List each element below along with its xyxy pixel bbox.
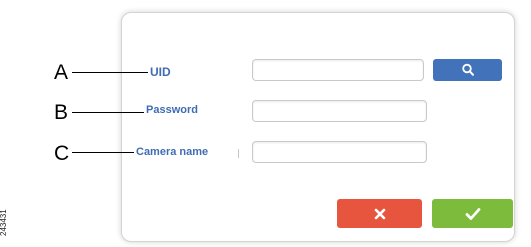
search-button[interactable]: [433, 59, 502, 81]
camera-name-input[interactable]: [252, 141, 427, 163]
callout-c: C: [54, 142, 70, 165]
cancel-button[interactable]: [337, 199, 422, 228]
close-icon: [374, 208, 385, 219]
callout-a: A: [54, 61, 69, 84]
label-separator: [238, 149, 239, 158]
password-label: Password: [146, 104, 198, 116]
password-input[interactable]: [252, 100, 427, 122]
camera-name-label: Camera name: [136, 146, 209, 158]
callout-b: B: [54, 101, 69, 124]
uid-input[interactable]: [252, 59, 424, 81]
callout-c-line: [72, 152, 134, 153]
figure-id: 243431: [0, 209, 8, 236]
search-icon: [461, 63, 474, 76]
ok-button[interactable]: [432, 199, 513, 228]
callout-a-line: [72, 72, 148, 73]
callout-b-line: [72, 112, 144, 113]
checkmark-icon: [465, 207, 480, 220]
uid-label: UID: [150, 65, 171, 79]
